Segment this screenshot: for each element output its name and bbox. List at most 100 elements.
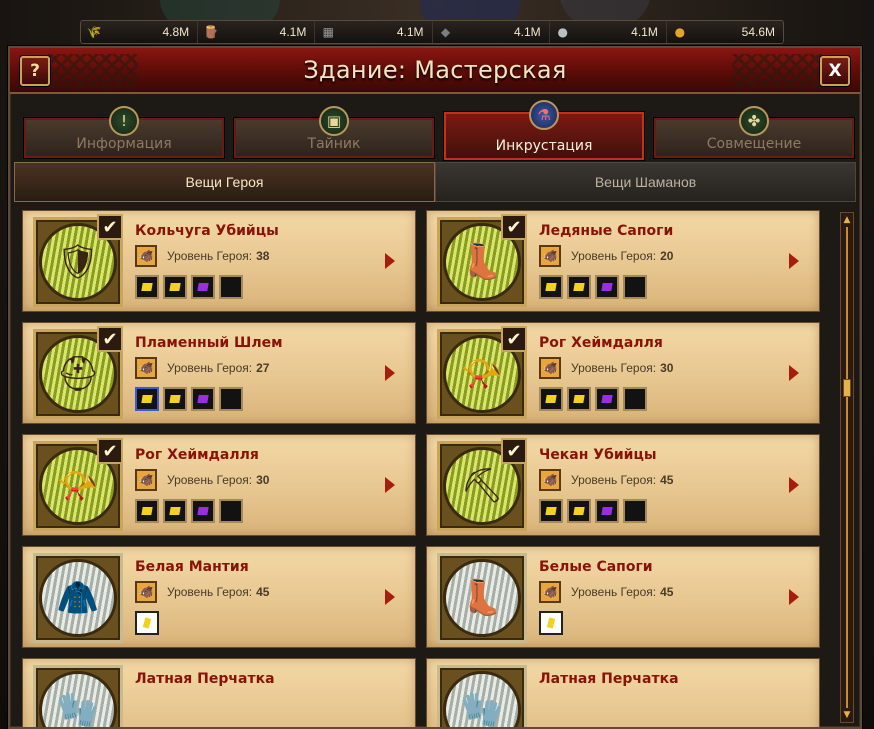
- item-card[interactable]: 👢 Белые Сапоги 🐗 Уровень Героя: 45: [426, 546, 820, 648]
- gem-slot-purple[interactable]: [595, 499, 619, 523]
- gem-slot-yellow[interactable]: [135, 275, 159, 299]
- gem-slot-purple[interactable]: [191, 275, 215, 299]
- gem-slot-yellow[interactable]: [567, 275, 591, 299]
- open-item-arrow-icon[interactable]: [383, 249, 401, 273]
- tab-label: Инкрустация: [495, 138, 593, 154]
- yellow-gem-icon: [169, 507, 181, 515]
- open-item-arrow-icon[interactable]: [787, 585, 805, 609]
- gem-slot-yellow[interactable]: [135, 387, 159, 411]
- item-card[interactable]: ⛏ ✔ Чекан Убийцы 🐗 Уровень Героя: 45: [426, 434, 820, 536]
- gem-slot-yellow[interactable]: [567, 499, 591, 523]
- item-card[interactable]: 📯 ✔ Рог Хеймдалля 🐗 Уровень Героя: 30: [426, 322, 820, 424]
- wood-icon: 🪵: [203, 25, 219, 39]
- subtab-1[interactable]: Вещи Героя: [14, 162, 435, 202]
- gem-slot-purple[interactable]: [191, 387, 215, 411]
- ore-icon: ◆: [440, 25, 451, 39]
- resource-item: ◆ 4.1M: [433, 21, 550, 43]
- yellow-gem-icon: [545, 507, 557, 515]
- scroll-thumb[interactable]: [843, 379, 851, 397]
- level-label: Уровень Героя:: [571, 585, 657, 599]
- empty-gem-slot[interactable]: [623, 275, 647, 299]
- gem-slots: [135, 499, 243, 523]
- items-list: 🛡 ✔ Кольчуга Убийцы 🐗 Уровень Героя: 38 👢 ✔ Ледя…: [14, 204, 834, 727]
- level-label: Уровень Героя:: [167, 361, 253, 375]
- empty-gem-slot[interactable]: [219, 387, 243, 411]
- resource-value: 4.8M: [162, 25, 190, 39]
- item-name: Рог Хеймдалля: [539, 335, 663, 351]
- hero-icon: 🐗: [539, 357, 561, 379]
- item-card[interactable]: 🧤 Латная Перчатка: [426, 658, 820, 727]
- item-card[interactable]: 📯 ✔ Рог Хеймдалля 🐗 Уровень Героя: 30: [22, 434, 416, 536]
- hero-icon: 🐗: [539, 245, 561, 267]
- gem-slot-yellow[interactable]: [163, 275, 187, 299]
- yellow-gem-icon: [169, 395, 181, 403]
- open-item-arrow-icon[interactable]: [787, 249, 805, 273]
- item-slot[interactable]: 🛡 ✔: [33, 214, 123, 307]
- item-card[interactable]: 🛡 ✔ Кольчуга Убийцы 🐗 Уровень Героя: 38: [22, 210, 416, 312]
- scroll-up-button[interactable]: ▲: [842, 215, 852, 225]
- hero-icon: 🐗: [539, 469, 561, 491]
- tab-1[interactable]: ! Информация: [23, 106, 225, 159]
- item-slot[interactable]: 🧥: [33, 553, 123, 643]
- gem-slot-yellow[interactable]: [567, 387, 591, 411]
- gem-slot-white[interactable]: [135, 611, 159, 635]
- gem-slot-purple[interactable]: [595, 275, 619, 299]
- gem-slots: [135, 611, 159, 635]
- item-slot[interactable]: 📯 ✔: [33, 438, 123, 531]
- gem-slot-yellow[interactable]: [163, 387, 187, 411]
- tab-2[interactable]: ▣ Тайник: [233, 106, 435, 159]
- item-slot[interactable]: ⛏ ✔: [437, 438, 527, 531]
- scrollbar[interactable]: ▲ ▼: [840, 212, 854, 723]
- item-card[interactable]: 🧥 Белая Мантия 🐗 Уровень Героя: 45: [22, 546, 416, 648]
- open-item-arrow-icon[interactable]: [787, 361, 805, 385]
- item-card[interactable]: 👢 ✔ Ледяные Сапоги 🐗 Уровень Героя: 20: [426, 210, 820, 312]
- purple-gem-icon: [601, 283, 613, 291]
- gem-slots: [539, 387, 647, 411]
- open-item-arrow-icon[interactable]: [787, 473, 805, 497]
- tab-4[interactable]: ✤ Совмещение: [653, 106, 855, 159]
- tab-3[interactable]: ⚗ Инкрустация: [443, 100, 645, 161]
- checkmark-icon: ✔: [501, 214, 527, 240]
- gem-slot-yellow[interactable]: [539, 499, 563, 523]
- open-item-arrow-icon[interactable]: [383, 585, 401, 609]
- window-title: Здание: Мастерская: [303, 56, 567, 84]
- gold-icon: ●: [674, 25, 686, 39]
- empty-gem-slot[interactable]: [623, 499, 647, 523]
- empty-gem-slot[interactable]: [219, 275, 243, 299]
- open-item-arrow-icon[interactable]: [383, 361, 401, 385]
- item-slot[interactable]: ⛑ ✔: [33, 326, 123, 419]
- subtab-2[interactable]: Вещи Шаманов: [435, 162, 856, 202]
- gem-slot-yellow[interactable]: [539, 275, 563, 299]
- level-label: Уровень Героя:: [571, 473, 657, 487]
- purple-gem-icon: [197, 507, 209, 515]
- empty-gem-slot[interactable]: [219, 499, 243, 523]
- hero-level-row: 🐗 Уровень Героя: 30: [539, 357, 673, 379]
- resource-bar: 🌾 4.8M 🪵 4.1M ▦ 4.1M ◆ 4.1M ● 4.1M ● 54.6M: [80, 20, 784, 44]
- item-slot[interactable]: 👢: [437, 553, 527, 643]
- white-gem-icon: [546, 617, 556, 629]
- yellow-gem-icon: [141, 283, 153, 291]
- item-card[interactable]: ⛑ ✔ Пламенный Шлем 🐗 Уровень Героя: 27: [22, 322, 416, 424]
- item-slot[interactable]: 📯 ✔: [437, 326, 527, 419]
- level-value: 30: [256, 473, 270, 487]
- gem-slot-purple[interactable]: [595, 387, 619, 411]
- item-slot[interactable]: 👢 ✔: [437, 214, 527, 307]
- gem-slot-white[interactable]: [539, 611, 563, 635]
- item-card[interactable]: 🧤 Латная Перчатка: [22, 658, 416, 727]
- purple-gem-icon: [197, 283, 209, 291]
- item-slot[interactable]: 🧤: [437, 665, 527, 727]
- gem-slot-yellow[interactable]: [135, 499, 159, 523]
- close-button[interactable]: X: [820, 56, 850, 86]
- item-name: Латная Перчатка: [539, 671, 679, 687]
- gem-slot-yellow[interactable]: [539, 387, 563, 411]
- gem-slot-yellow[interactable]: [163, 499, 187, 523]
- scroll-down-button[interactable]: ▼: [842, 710, 852, 720]
- item-name: Белые Сапоги: [539, 559, 653, 575]
- help-button[interactable]: ?: [20, 56, 50, 86]
- checkmark-icon: ✔: [97, 214, 123, 240]
- level-value: 20: [660, 249, 674, 263]
- item-slot[interactable]: 🧤: [33, 665, 123, 727]
- gem-slot-purple[interactable]: [191, 499, 215, 523]
- open-item-arrow-icon[interactable]: [383, 473, 401, 497]
- empty-gem-slot[interactable]: [623, 387, 647, 411]
